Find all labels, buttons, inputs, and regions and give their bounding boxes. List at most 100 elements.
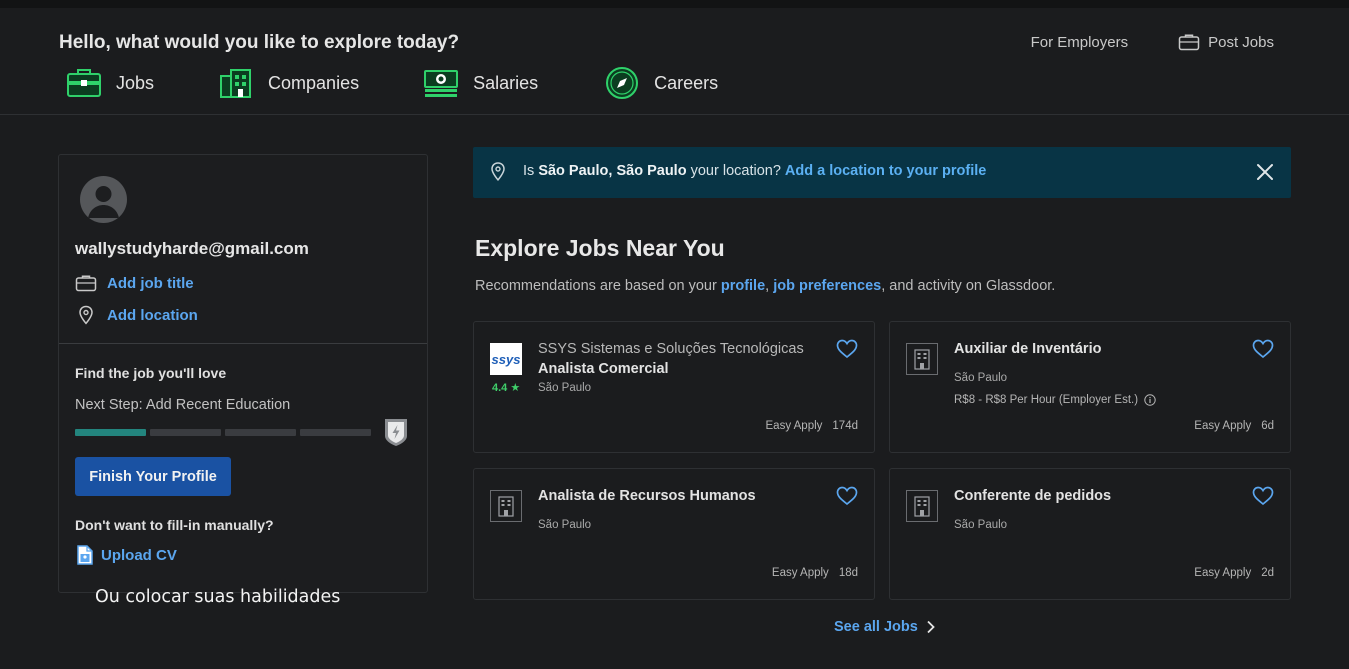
find-job-heading: Find the job you'll love	[75, 365, 227, 381]
upload-cv-link[interactable]: Upload CV	[77, 545, 177, 565]
easy-apply-label: Easy Apply	[765, 420, 823, 432]
heart-icon[interactable]	[1252, 486, 1274, 506]
building-placeholder-icon	[490, 490, 522, 522]
profile-email: wallystudyharde@gmail.com	[75, 239, 309, 258]
nav-companies-label: Companies	[268, 72, 360, 93]
nav-careers[interactable]: Careers	[604, 66, 718, 100]
profile-card: wallystudyharde@gmail.com Add job title …	[58, 154, 428, 593]
job-title[interactable]: Auxiliar de Inventário	[954, 341, 1101, 357]
salary-estimate: R$8 - R$8 Per Hour (Employer Est.)	[954, 394, 1156, 406]
top-links: For Employers Post Jobs	[1031, 33, 1274, 51]
job-card[interactable]: Conferente de pedidos São Paulo Easy App…	[889, 468, 1291, 600]
easy-apply-label: Easy Apply	[1194, 567, 1252, 579]
location-pin-icon	[491, 162, 505, 182]
progress-segment	[300, 429, 371, 436]
add-job-title-link[interactable]: Add job title	[75, 274, 194, 292]
easy-apply-label: Easy Apply	[771, 567, 829, 579]
for-employers-link[interactable]: For Employers	[1031, 34, 1129, 51]
job-preferences-link[interactable]: job preferences	[773, 278, 881, 294]
job-title[interactable]: Conferente de pedidos	[954, 488, 1111, 504]
nav-salaries-label: Salaries	[473, 72, 539, 93]
add-location-link[interactable]: Add location	[75, 305, 198, 325]
post-jobs-label: Post Jobs	[1208, 33, 1274, 51]
banner-middle: your location?	[686, 163, 785, 179]
job-meta: Easy Apply 6d	[1194, 420, 1274, 432]
location-banner: Is São Paulo, São Paulo your location? A…	[473, 147, 1291, 198]
manual-question: Don't want to fill-in manually?	[75, 517, 274, 533]
job-title[interactable]: Analista Comercial	[538, 361, 669, 377]
shield-badge-icon	[385, 419, 407, 446]
nav-jobs-label: Jobs	[116, 72, 155, 93]
easy-apply-label: Easy Apply	[1194, 420, 1252, 432]
salaries-money-icon	[423, 66, 459, 100]
job-card[interactable]: Analista de Recursos Humanos São Paulo E…	[473, 468, 875, 600]
add-location-to-profile-link[interactable]: Add a location to your profile	[785, 163, 986, 179]
upload-cv-label: Upload CV	[101, 546, 177, 564]
card-divider	[59, 343, 427, 344]
job-meta: Easy Apply 18d	[772, 567, 858, 579]
company-name: SSYS Sistemas e Soluções Tecnológicas	[538, 341, 804, 357]
building-placeholder-icon	[906, 343, 938, 375]
main-nav: Jobs Companies Salaries Careers	[66, 66, 782, 100]
location-pin-icon	[79, 305, 93, 325]
top-header: Hello, what would you like to explore to…	[0, 8, 1349, 115]
jobs-briefcase-icon	[66, 66, 102, 100]
job-card[interactable]: ssys 4.4 ★ SSYS Sistemas e Soluções Tecn…	[473, 321, 875, 453]
briefcase-icon	[75, 275, 97, 292]
explore-jobs-heading: Explore Jobs Near You	[475, 235, 725, 261]
job-location: São Paulo	[538, 519, 592, 531]
company-logo: ssys	[490, 343, 522, 375]
job-age: 6d	[1261, 420, 1274, 432]
progress-segment	[75, 429, 146, 436]
nav-jobs[interactable]: Jobs	[66, 66, 154, 100]
banner-city: São Paulo, São Paulo	[538, 163, 687, 179]
job-title[interactable]: Analista de Recursos Humanos	[538, 488, 756, 504]
add-location-label: Add location	[107, 306, 198, 324]
briefcase-icon	[1178, 34, 1200, 51]
avatar[interactable]	[80, 176, 127, 223]
close-icon[interactable]	[1255, 162, 1275, 182]
finish-profile-button[interactable]: Finish Your Profile	[75, 457, 231, 496]
job-card[interactable]: Auxiliar de Inventário São Paulo R$8 - R…	[889, 321, 1291, 453]
job-age: 2d	[1261, 567, 1274, 579]
chevron-right-icon	[927, 620, 935, 634]
explore-subtitle: Recommendations are based on your profil…	[475, 278, 1055, 294]
company-rating: 4.4 ★	[492, 382, 521, 394]
banner-prefix: Is	[523, 163, 539, 179]
profile-progress-bar	[75, 429, 371, 436]
job-meta: Easy Apply 2d	[1194, 567, 1274, 579]
nav-careers-label: Careers	[654, 72, 719, 93]
careers-compass-icon	[604, 66, 640, 100]
overlay-caption: Ou colocar suas habilidades	[95, 587, 341, 607]
see-all-jobs-label: See all Jobs	[834, 619, 918, 635]
user-silhouette-icon	[88, 186, 119, 218]
sub-suffix: , and activity on Glassdoor.	[881, 278, 1056, 294]
salary-text: R$8 - R$8 Per Hour (Employer Est.)	[954, 394, 1139, 406]
document-upload-icon	[77, 545, 93, 565]
info-icon[interactable]	[1144, 394, 1156, 406]
progress-segment	[150, 429, 221, 436]
heart-icon[interactable]	[836, 339, 858, 359]
job-location: São Paulo	[954, 372, 1008, 384]
heart-icon[interactable]	[1252, 339, 1274, 359]
sub-prefix: Recommendations are based on your	[475, 278, 721, 294]
location-banner-text: Is São Paulo, São Paulo your location? A…	[523, 163, 986, 179]
for-employers-label: For Employers	[1030, 33, 1129, 51]
job-age: 18d	[838, 567, 858, 579]
next-step-text: Next Step: Add Recent Education	[75, 397, 291, 413]
profile-link[interactable]: profile	[721, 278, 765, 294]
job-age: 174d	[832, 420, 858, 432]
sub-sep: ,	[765, 278, 774, 294]
building-placeholder-icon	[906, 490, 938, 522]
post-jobs-link[interactable]: Post Jobs	[1178, 33, 1274, 51]
companies-building-icon	[218, 66, 254, 100]
greeting-heading: Hello, what would you like to explore to…	[59, 32, 460, 53]
job-meta: Easy Apply 174d	[766, 420, 859, 432]
nav-salaries[interactable]: Salaries	[423, 66, 538, 100]
add-job-title-label: Add job title	[107, 274, 194, 292]
see-all-jobs-link[interactable]: See all Jobs	[834, 619, 936, 635]
logo-text: ssys	[492, 352, 521, 367]
job-location: São Paulo	[538, 382, 592, 394]
heart-icon[interactable]	[836, 486, 858, 506]
nav-companies[interactable]: Companies	[218, 66, 359, 100]
